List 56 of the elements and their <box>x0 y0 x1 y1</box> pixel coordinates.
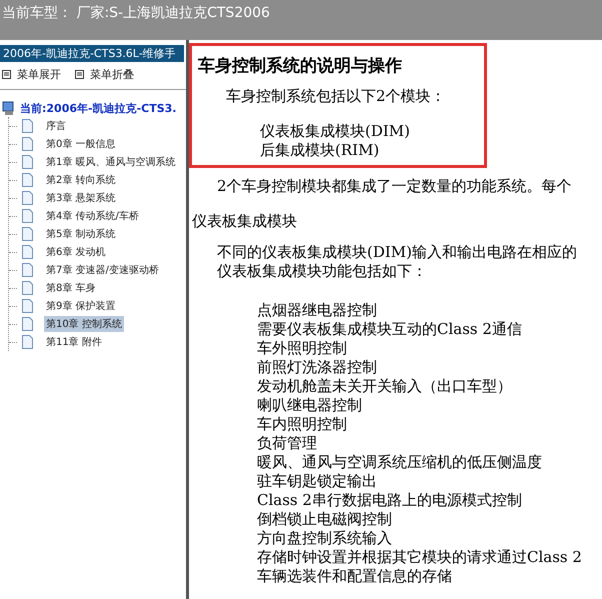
list-item: 暖风、通风与空调系统压缩机的低压侧温度 <box>256 453 543 472</box>
document-icon <box>21 191 34 205</box>
menu-toggle-button[interactable]: 菜单折叠 <box>75 67 134 82</box>
list-item: 车外照明控制 <box>256 339 348 358</box>
tree-item[interactable]: 第7章 变速器/变速驱动桥 <box>44 262 161 278</box>
tree-root-item[interactable]: 当前:2006年-凯迪拉克-CTS3. <box>20 100 176 116</box>
list-item: 喇叭继电器控制 <box>256 396 363 415</box>
document-icon <box>21 335 34 349</box>
list-icon <box>75 70 84 79</box>
section-heading: 仪表板集成模块 <box>191 212 298 231</box>
tree-item[interactable]: 第10章 控制系统 <box>44 316 124 332</box>
tree-item[interactable]: 序言 <box>44 118 68 134</box>
tree-item[interactable]: 第5章 制动系统 <box>44 226 118 242</box>
document-title: 车身控制系统的说明与操作 <box>198 55 403 77</box>
tree-item[interactable]: 第1章 暖风、通风与空调系统 <box>44 154 178 170</box>
document-icon <box>21 209 34 223</box>
document-icon <box>21 173 34 187</box>
document-icon <box>21 299 34 313</box>
list-item: 后集成模块(RIM) <box>259 141 380 160</box>
window-title: 当前车型： 厂家:S-上海凯迪拉克CTS2006 <box>2 5 270 21</box>
tree-item[interactable]: 第4章 传动系统/车桥 <box>44 208 141 224</box>
list-item: 发动机舱盖未关开关输入（出口车型） <box>256 377 513 396</box>
list-item: 点烟器继电器控制 <box>256 301 378 320</box>
tree-item[interactable]: 第11章 附件 <box>44 334 104 350</box>
document-icon <box>21 263 34 277</box>
paragraph: 2个车身控制模块都集成了一定数量的功能系统。每个 <box>216 177 573 196</box>
list-item: Class 2串行数据电路上的电源模式控制 <box>256 491 523 510</box>
list-item: 负荷管理 <box>256 434 318 453</box>
list-item: 仪表板集成模块(DIM) <box>259 122 412 141</box>
list-item: 车内照明控制 <box>256 415 348 434</box>
document-icon <box>21 155 34 169</box>
document-icon <box>21 137 34 151</box>
tree-item[interactable]: 第8章 车身 <box>44 280 98 296</box>
paragraph: 仪表板集成模块功能包括如下： <box>216 262 428 281</box>
list-item: 车辆选装件和配置信息的存储 <box>256 567 453 586</box>
list-item: 方向盘控制系统输入 <box>256 529 393 548</box>
tree-item[interactable]: 第2章 转向系统 <box>44 172 118 188</box>
list-item: 驻车钥匙锁定输出 <box>256 472 378 491</box>
tree-item[interactable]: 第6章 发动机 <box>44 244 108 260</box>
list-item: 前照灯洗涤器控制 <box>256 358 378 377</box>
document-icon <box>21 245 34 259</box>
list-item: 需要仪表板集成模块互动的Class 2通信 <box>256 320 523 339</box>
list-item: 倒档锁止电磁阀控制 <box>256 510 393 529</box>
computer-icon <box>2 100 16 116</box>
paragraph: 车身控制系统包括以下2个模块： <box>225 87 447 106</box>
paragraph: 不同的仪表板集成模块(DIM)输入和输出电路在相应的 <box>216 243 578 262</box>
document-icon <box>21 317 34 331</box>
tree-item[interactable]: 第0章 一般信息 <box>44 136 118 152</box>
document-icon <box>21 281 34 295</box>
document-icon <box>21 227 34 241</box>
tree-item[interactable]: 第3章 悬架系统 <box>44 190 118 206</box>
list-item: 存储时钟设置并根据其它模块的请求通过Class 2 <box>256 548 583 567</box>
menu-toggle-button[interactable]: 菜单展开 <box>2 67 61 82</box>
document-icon <box>21 119 34 133</box>
tree-item[interactable]: 第9章 保护装置 <box>44 298 118 314</box>
sidebar-header: 2006年-凯迪拉克-CTS3.6L-维修手 <box>0 45 184 62</box>
